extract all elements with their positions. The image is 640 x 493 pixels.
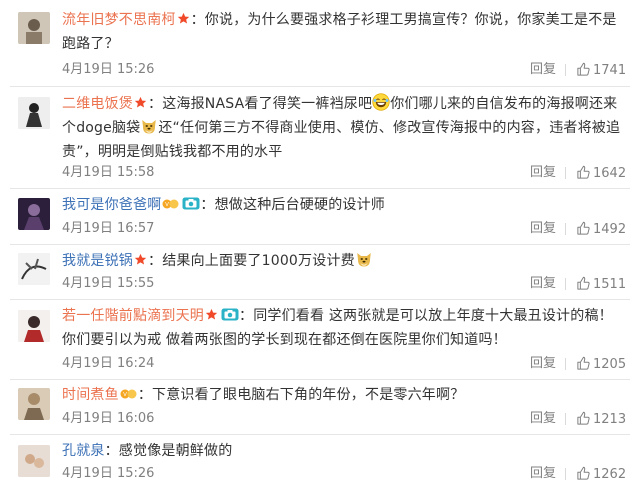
- avatar[interactable]: [18, 445, 50, 477]
- like-button[interactable]: 1492: [576, 221, 626, 238]
- comment-body: ：结果向上面要了1000万设计费: [148, 253, 355, 269]
- username-link[interactable]: 孔就泉: [62, 443, 105, 459]
- thumbs-up-icon: [576, 276, 591, 291]
- comment-body: ：想做这种后台硬硬的设计师: [200, 197, 386, 213]
- action-separator: [565, 468, 566, 480]
- thumbs-up-icon: [576, 411, 591, 426]
- comment-text: 二维电饭煲 ：这海报NASA看了得笑一裤裆尿吧 你们哪儿来的自信发布的海报啊还来个d…: [62, 92, 622, 164]
- doge-emoji-icon: [140, 117, 158, 135]
- username-link[interactable]: 我就是锐锅: [62, 253, 133, 269]
- username-link[interactable]: 流年旧梦不思南柯: [62, 12, 176, 28]
- action-separator: [565, 358, 566, 370]
- like-button[interactable]: 1213: [576, 411, 626, 428]
- thumbs-up-icon: [576, 62, 591, 77]
- star-badge-icon: [134, 253, 147, 266]
- avatar[interactable]: [18, 97, 50, 129]
- action-separator: [565, 64, 566, 76]
- comment-text: 我可是你爸爸啊 ：想做这种后台硬硬的设计师: [62, 193, 622, 217]
- comment-text: 流年旧梦不思南柯 ：你说，为什么要强求格子衫理工男搞宣传？你说，你家美工是不是跑路…: [62, 8, 622, 56]
- like-button[interactable]: 1262: [576, 466, 626, 483]
- vip-badge-icon: [120, 387, 138, 401]
- username-link[interactable]: 时间煮鱼: [62, 387, 119, 403]
- comment-time: 4月19日 16:06: [62, 411, 155, 426]
- avatar[interactable]: [18, 388, 50, 420]
- like-count: 1741: [593, 63, 627, 78]
- comment-time: 4月19日 16:24: [62, 356, 155, 371]
- comment-time: 4月19日 15:55: [62, 276, 155, 291]
- star-badge-icon: [177, 12, 190, 25]
- star-badge-icon: [205, 308, 218, 321]
- comment-text: 若一任階前點滴到天明 ：同学们看看 这两张就是可以放上年度十大最丑设计的稿！ 你们…: [62, 304, 622, 352]
- like-count: 1262: [593, 467, 627, 482]
- comment-body: ：感觉像是朝鲜做的: [104, 443, 233, 459]
- like-button[interactable]: 1741: [576, 62, 626, 79]
- like-count: 1511: [593, 277, 627, 292]
- comment-time: 4月19日 15:58: [62, 165, 155, 180]
- vip-badge-icon: [162, 197, 180, 211]
- divider: [10, 434, 630, 435]
- divider: [10, 299, 630, 300]
- comment-text: 时间煮鱼 ：下意识看了眼电脑右下角的年份，不是零六年啊？: [62, 383, 622, 407]
- comment-text: 我就是锐锅 ：结果向上面要了1000万设计费: [62, 249, 622, 273]
- divider: [10, 244, 630, 245]
- camera-badge-icon: [221, 308, 239, 321]
- camera-badge-icon: [182, 197, 200, 210]
- comment-body: ：下意识看了眼电脑右下角的年份，不是零六年啊？: [137, 387, 465, 403]
- like-count: 1492: [593, 222, 627, 237]
- divider: [10, 188, 630, 189]
- divider: [10, 379, 630, 380]
- divider: [10, 86, 630, 87]
- avatar[interactable]: [18, 198, 50, 230]
- reply-button[interactable]: 回复: [530, 411, 556, 427]
- star-badge-icon: [134, 96, 147, 109]
- reply-button[interactable]: 回复: [530, 276, 556, 292]
- like-count: 1213: [593, 412, 627, 427]
- comment-time: 4月19日 15:26: [62, 466, 155, 481]
- username-link[interactable]: 二维电饭煲: [62, 96, 133, 112]
- action-separator: [565, 167, 566, 179]
- reply-button[interactable]: 回复: [530, 62, 556, 78]
- thumbs-up-icon: [576, 221, 591, 236]
- comment-time: 4月19日 16:57: [62, 221, 155, 236]
- avatar[interactable]: [18, 253, 50, 285]
- avatar[interactable]: [18, 310, 50, 342]
- comment-text: 孔就泉：感觉像是朝鲜做的: [62, 439, 622, 463]
- like-button[interactable]: 1642: [576, 165, 626, 182]
- reply-button[interactable]: 回复: [530, 466, 556, 482]
- like-button[interactable]: 1205: [576, 356, 626, 373]
- comment-body: ：这海报NASA看了得笑一裤裆尿吧: [148, 96, 373, 112]
- comment-time: 4月19日 15:26: [62, 62, 155, 77]
- reply-button[interactable]: 回复: [530, 356, 556, 372]
- action-separator: [565, 223, 566, 235]
- username-link[interactable]: 我可是你爸爸啊: [62, 197, 161, 213]
- action-separator: [565, 413, 566, 425]
- like-button[interactable]: 1511: [576, 276, 626, 293]
- thumbs-up-icon: [576, 466, 591, 481]
- username-link[interactable]: 若一任階前點滴到天明: [62, 308, 204, 324]
- like-count: 1205: [593, 357, 627, 372]
- avatar[interactable]: [18, 12, 50, 44]
- laughing-emoji-icon: [372, 93, 390, 111]
- action-separator: [565, 278, 566, 290]
- thumbs-up-icon: [576, 165, 591, 180]
- doge-emoji-icon: [355, 250, 373, 268]
- reply-button[interactable]: 回复: [530, 165, 556, 181]
- reply-button[interactable]: 回复: [530, 221, 556, 237]
- like-count: 1642: [593, 166, 627, 181]
- thumbs-up-icon: [576, 356, 591, 371]
